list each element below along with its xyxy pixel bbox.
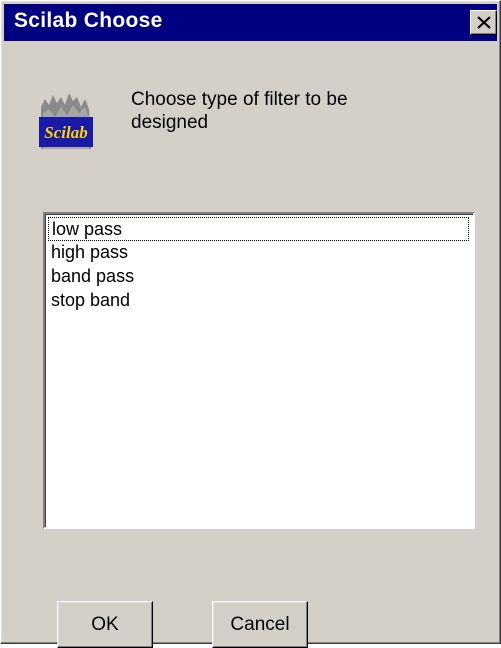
prompt-line-1: Choose type of filter to be — [131, 89, 348, 110]
window-title: Scilab Choose — [14, 9, 163, 32]
cancel-button[interactable]: Cancel — [212, 601, 308, 648]
dialog-window: Scilab Choose Scilab Choose type of filt… — [0, 0, 501, 648]
list-item-high-pass[interactable]: high pass — [48, 241, 128, 265]
list-item-stop-band[interactable]: stop band — [48, 289, 130, 313]
scilab-logo-icon: Scilab — [39, 93, 93, 149]
title-bar[interactable]: Scilab Choose — [4, 4, 497, 41]
close-button[interactable] — [470, 10, 497, 35]
prompt-line-2: designed — [131, 112, 209, 133]
prompt-text: Choose type of filter to be designed — [131, 88, 431, 134]
ok-button[interactable]: OK — [57, 601, 153, 648]
logo-text: Scilab — [44, 123, 87, 142]
list-item-low-pass[interactable]: low pass — [48, 217, 469, 241]
list-item-band-pass[interactable]: band pass — [48, 265, 134, 289]
close-icon — [477, 16, 491, 29]
filter-type-listbox[interactable]: low pass high pass band pass stop band — [43, 212, 475, 529]
